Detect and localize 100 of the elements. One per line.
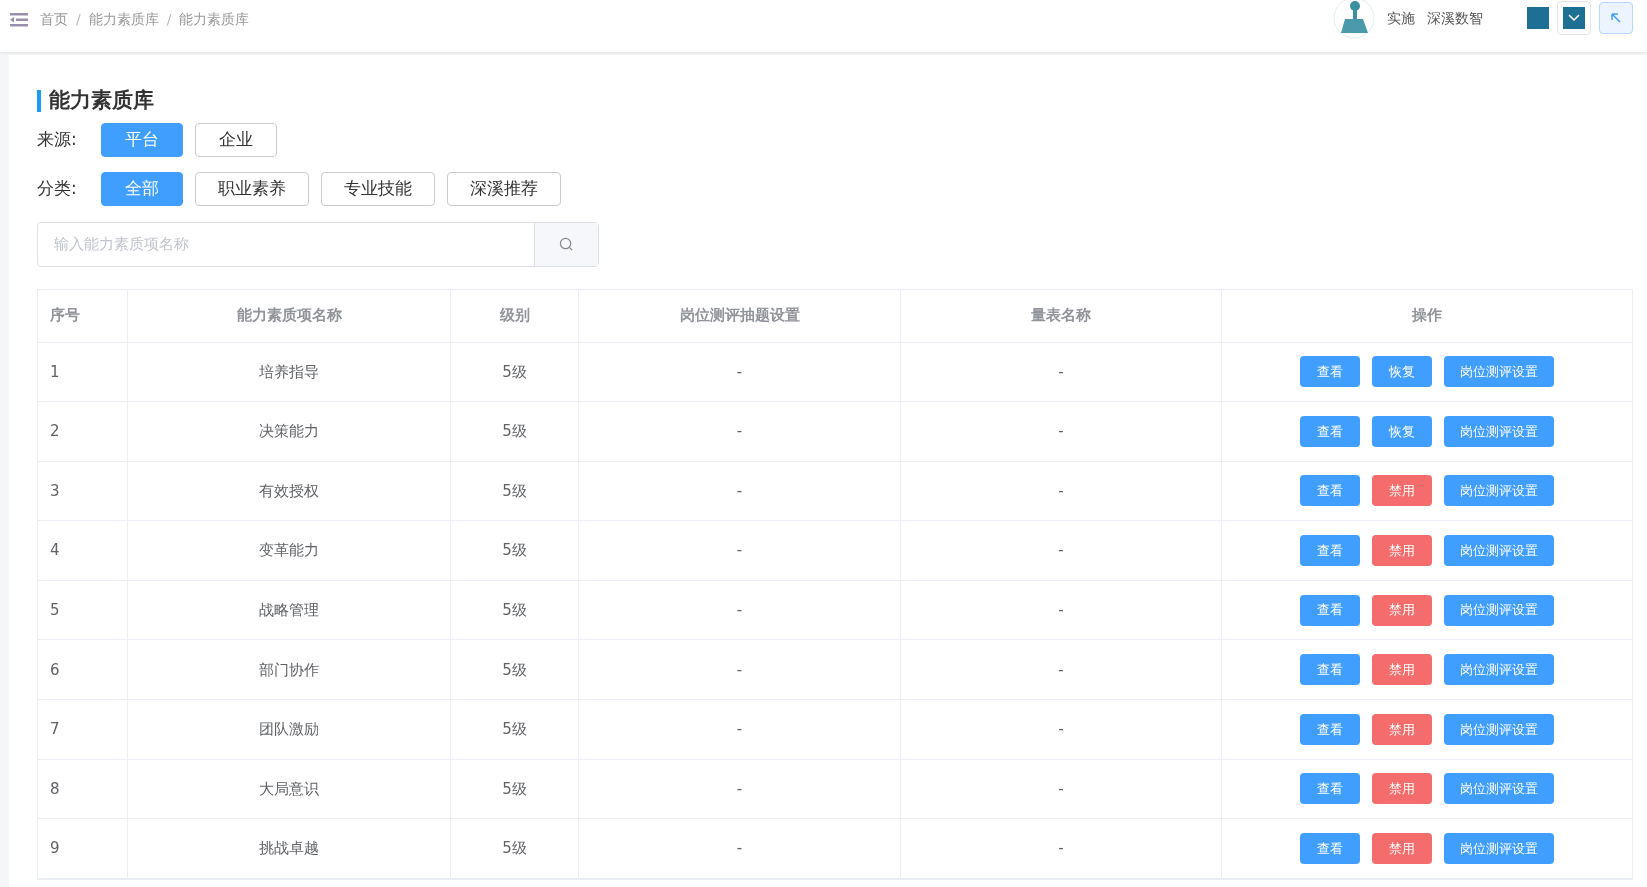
action-button[interactable]: 禁用	[1372, 475, 1432, 507]
table-cell: -	[901, 461, 1222, 521]
action-button[interactable]: 查看	[1300, 415, 1360, 447]
breadcrumb-separator: /	[166, 10, 172, 29]
table-cell: -	[901, 580, 1222, 640]
filter-option[interactable]: 全部	[101, 171, 183, 206]
table-cell: 8	[38, 759, 128, 819]
table-cell: -	[901, 640, 1222, 700]
chevron-down-icon	[1568, 14, 1580, 22]
action-button[interactable]: 岗位测评设置	[1444, 773, 1554, 805]
action-button[interactable]: 查看	[1300, 594, 1360, 626]
column-header: 级别	[451, 289, 579, 342]
table-cell: 5级	[451, 819, 579, 878]
table-cell: 培养指导	[128, 342, 451, 402]
action-button[interactable]: 禁用	[1372, 594, 1432, 626]
table-cell: 5级	[451, 640, 579, 700]
action-button[interactable]: 禁用	[1372, 773, 1432, 805]
theme-color-swatch[interactable]	[1527, 7, 1549, 29]
column-header: 序号	[38, 289, 128, 342]
breadcrumb-separator: /	[76, 10, 81, 29]
table-cell: 挑战卓越	[128, 819, 451, 878]
table-cell: -	[579, 402, 901, 461]
table-cell: -	[901, 759, 1222, 819]
table-cell: -	[579, 700, 901, 759]
table-cell: 5级	[451, 521, 579, 580]
table-cell: 大局意识	[128, 759, 451, 819]
column-header: 操作	[1411, 305, 1443, 327]
table-cell: -	[901, 700, 1222, 759]
search-icon	[559, 236, 574, 252]
table-cell: 6	[38, 640, 128, 700]
table-cell: 有效授权	[128, 461, 451, 521]
table-cell: -	[579, 759, 901, 819]
table-cell: 9	[38, 819, 128, 878]
table-cell: 战略管理	[128, 580, 451, 640]
action-button[interactable]: 查看	[1300, 356, 1360, 388]
table-cell: -	[579, 580, 901, 640]
action-button[interactable]: 禁用	[1372, 833, 1432, 865]
breadcrumb-item[interactable]: 能力素质库	[88, 9, 159, 30]
table-cell: 部门协作	[128, 640, 451, 700]
table-cell: -	[901, 402, 1222, 461]
filter-option[interactable]: 专业技能	[321, 171, 435, 206]
filter-option[interactable]: 职业素养	[195, 171, 309, 206]
action-button[interactable]: 禁用	[1372, 535, 1432, 567]
filter-label: 分类:	[37, 176, 78, 200]
filter-option[interactable]: 企业	[195, 122, 277, 157]
table-cell: -	[901, 819, 1222, 878]
table-cell: 4	[38, 521, 128, 580]
action-button[interactable]: 岗位测评设置	[1444, 594, 1554, 626]
theme-dropdown[interactable]	[1557, 1, 1591, 35]
table-cell: -	[901, 521, 1222, 580]
action-button[interactable]: 岗位测评设置	[1444, 654, 1554, 686]
column-header: 岗位测评抽题设置	[579, 289, 901, 342]
arrow-up-left-icon	[1610, 12, 1622, 24]
action-button[interactable]: 查看	[1300, 535, 1360, 567]
action-button[interactable]: 查看	[1300, 475, 1360, 507]
table-cell: 5级	[451, 461, 579, 521]
action-button[interactable]: 恢复	[1372, 415, 1432, 447]
table-cell: 5	[38, 580, 128, 640]
table-cell: -	[579, 819, 901, 878]
search-input[interactable]: 输入能力素质项名称	[38, 222, 534, 266]
action-button[interactable]: 禁用	[1372, 654, 1432, 686]
action-button[interactable]: 岗位测评设置	[1444, 475, 1554, 507]
menu-icon[interactable]	[10, 12, 28, 27]
table-cell: 3	[38, 461, 128, 521]
search-field[interactable]: 输入能力素质项名称	[37, 221, 599, 267]
table-cell: 决策能力	[128, 402, 451, 461]
action-button[interactable]: 岗位测评设置	[1444, 356, 1554, 388]
search-button[interactable]	[534, 222, 598, 266]
filter-option[interactable]: 深溪推荐	[447, 171, 561, 206]
column-header: 能力素质项名称	[128, 289, 451, 342]
table-cell: 5级	[451, 342, 579, 402]
action-button[interactable]: 查看	[1300, 833, 1360, 865]
table-cell: 变革能力	[128, 521, 451, 580]
table-cell: -	[579, 521, 901, 580]
breadcrumb-item[interactable]: 首页	[40, 9, 68, 30]
user-role: 实施	[1387, 8, 1415, 28]
page-title: 能力素质库	[49, 87, 154, 114]
action-button[interactable]: 岗位测评设置	[1444, 535, 1554, 567]
filter-option[interactable]: 平台	[101, 122, 183, 157]
table-cell: 团队激励	[128, 700, 451, 759]
table-cell: -	[901, 342, 1222, 402]
table-cell: 5级	[451, 580, 579, 640]
column-header: 量表名称	[901, 289, 1222, 342]
action-button[interactable]: 恢复	[1372, 356, 1432, 388]
breadcrumb-item[interactable]: 能力素质库	[179, 9, 250, 30]
action-button[interactable]: 岗位测评设置	[1444, 713, 1554, 745]
table-cell: 1	[38, 342, 128, 402]
table-cell: 2	[38, 402, 128, 461]
action-button[interactable]: 岗位测评设置	[1444, 833, 1554, 865]
action-button[interactable]: 岗位测评设置	[1444, 415, 1554, 447]
table-cell: 5级	[451, 759, 579, 819]
table-cell: -	[579, 342, 901, 402]
action-button[interactable]: 查看	[1300, 773, 1360, 805]
table-cell: 7	[38, 700, 128, 759]
action-button[interactable]: 禁用	[1372, 713, 1432, 745]
filter-label: 来源:	[37, 127, 78, 151]
table-cell: 5级	[451, 402, 579, 461]
action-button[interactable]: 查看	[1300, 654, 1360, 686]
collapse-button[interactable]	[1599, 2, 1633, 34]
action-button[interactable]: 查看	[1300, 713, 1360, 745]
